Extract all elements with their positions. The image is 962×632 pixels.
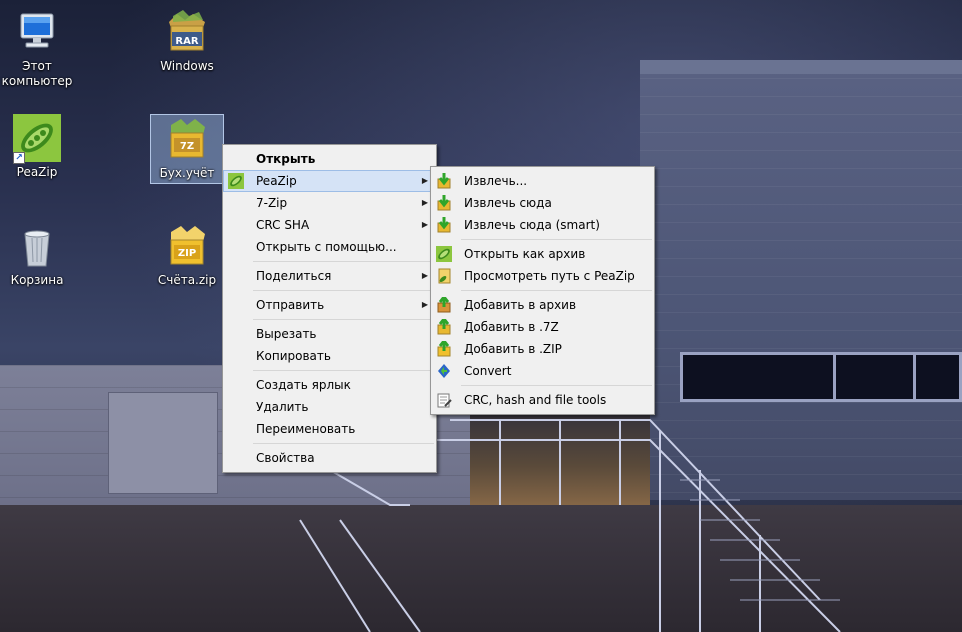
add-archive-icon [436, 316, 452, 335]
menu-item-peazip[interactable]: PeaZip ▶ [223, 170, 436, 192]
menu-item-create-shortcut[interactable]: Создать ярлык [223, 374, 436, 396]
menu-item-label: Отправить [256, 298, 325, 312]
desktop-icon-scheta-zip[interactable]: ZIP Счёта.zip [150, 222, 224, 288]
zip-archive-icon: ZIP [163, 222, 211, 270]
desktop-icon-label: Корзина [10, 273, 64, 287]
desktop-icon-label: PeaZip [16, 165, 58, 179]
submenu-item-add-to-zip[interactable]: Добавить в .ZIP [431, 338, 654, 360]
menu-item-label: Добавить в .ZIP [464, 342, 562, 356]
menu-item-rename[interactable]: Переименовать [223, 418, 436, 440]
recycle-bin-icon [13, 222, 61, 270]
desktop-icon-label: Бух.учёт [159, 166, 215, 180]
menu-item-7zip[interactable]: 7-Zip ▶ [223, 192, 436, 214]
menu-separator [461, 239, 652, 240]
submenu-item-extract-here[interactable]: Извлечь сюда [431, 192, 654, 214]
convert-icon [436, 363, 452, 379]
menu-item-label: Свойства [256, 451, 315, 465]
desktop-icon-peazip[interactable]: ↗ PeaZip [0, 114, 74, 180]
menu-item-send-to[interactable]: Отправить ▶ [223, 294, 436, 316]
context-menu: Открыть PeaZip ▶ 7-Zip ▶ CRC SHA ▶ Открыть… [222, 144, 437, 473]
menu-separator [461, 385, 652, 386]
submenu-arrow-icon: ▶ [421, 220, 428, 229]
computer-icon [13, 8, 61, 56]
menu-separator [253, 261, 434, 262]
menu-item-label: Добавить в .7Z [464, 320, 559, 334]
hash-tools-icon [436, 392, 452, 408]
desktop-icon-label: Windows [160, 59, 214, 73]
extract-icon [436, 217, 452, 233]
submenu-item-open-as-archive[interactable]: Открыть как архив [431, 243, 654, 265]
menu-item-label: Удалить [256, 400, 309, 414]
submenu-arrow-icon: ▶ [421, 271, 428, 280]
submenu-arrow-icon: ▶ [421, 176, 428, 185]
menu-item-label: Извлечь... [464, 174, 528, 188]
menu-separator [461, 290, 652, 291]
menu-item-label: 7-Zip [256, 196, 288, 210]
desktop-icon-label: Этот компьютер [1, 59, 73, 88]
submenu-item-extract-here-smart[interactable]: Извлечь сюда (smart) [431, 214, 654, 236]
menu-item-delete[interactable]: Удалить [223, 396, 436, 418]
add-archive-icon [436, 338, 452, 357]
menu-item-copy[interactable]: Копировать [223, 345, 436, 367]
submenu-item-crc-hash-tools[interactable]: CRC, hash and file tools [431, 389, 654, 411]
menu-item-label: CRC, hash and file tools [464, 393, 607, 407]
peazip-icon [436, 246, 452, 262]
submenu-item-browse-path[interactable]: Просмотреть путь с PeaZip [431, 265, 654, 287]
add-archive-icon [436, 294, 452, 313]
submenu-item-extract[interactable]: Извлечь... [431, 170, 654, 192]
menu-item-label: Извлечь сюда (smart) [464, 218, 600, 232]
archive-badge: RAR [175, 36, 199, 47]
menu-item-open[interactable]: Открыть [223, 148, 436, 170]
submenu-arrow-icon: ▶ [421, 300, 428, 309]
menu-item-crc-sha[interactable]: CRC SHA ▶ [223, 214, 436, 236]
menu-separator [253, 443, 434, 444]
menu-item-label: Convert [464, 364, 512, 378]
extract-icon [436, 173, 452, 189]
menu-item-label: Добавить в архив [464, 298, 577, 312]
desktop-icon-label: Счёта.zip [157, 273, 217, 287]
menu-item-cut[interactable]: Вырезать [223, 323, 436, 345]
7z-archive-icon: 7Z [163, 115, 211, 163]
menu-item-label: Открыть как архив [464, 247, 586, 261]
menu-item-label: Извлечь сюда [464, 196, 552, 210]
menu-item-label: CRC SHA [256, 218, 310, 232]
menu-item-label: Просмотреть путь с PeaZip [464, 269, 635, 283]
archive-badge: ZIP [177, 248, 197, 259]
shortcut-arrow-icon: ↗ [13, 152, 25, 164]
peazip-icon: ↗ [13, 114, 61, 164]
menu-separator [253, 319, 434, 320]
desktop-icon-windows-rar[interactable]: RAR Windows [150, 8, 224, 74]
menu-item-share[interactable]: Поделиться ▶ [223, 265, 436, 287]
menu-separator [253, 370, 434, 371]
browse-path-icon [436, 268, 452, 284]
submenu-item-add-to-7z[interactable]: Добавить в .7Z [431, 316, 654, 338]
peazip-icon [228, 173, 244, 189]
submenu-arrow-icon: ▶ [421, 198, 428, 207]
menu-item-label: Копировать [256, 349, 331, 363]
menu-item-label: Открыть с помощью... [256, 240, 397, 254]
desktop-icon-buh-uchet[interactable]: 7Z Бух.учёт [150, 114, 224, 184]
menu-item-label: Поделиться [256, 269, 332, 283]
menu-item-open-with[interactable]: Открыть с помощью... [223, 236, 436, 258]
menu-item-label: PeaZip [256, 174, 297, 188]
menu-item-label: Открыть [256, 152, 316, 166]
archive-badge: 7Z [179, 141, 195, 152]
menu-item-label: Переименовать [256, 422, 356, 436]
submenu-item-convert[interactable]: Convert [431, 360, 654, 382]
menu-separator [253, 290, 434, 291]
desktop-icon-this-pc[interactable]: Этот компьютер [0, 8, 74, 89]
extract-icon [436, 195, 452, 211]
rar-archive-icon: RAR [163, 8, 211, 56]
peazip-submenu: Извлечь... Извлечь сюда Извлечь сюда (sm… [430, 166, 655, 415]
menu-item-label: Создать ярлык [256, 378, 351, 392]
menu-item-properties[interactable]: Свойства [223, 447, 436, 469]
desktop-icon-recycle-bin[interactable]: Корзина [0, 222, 74, 288]
menu-item-label: Вырезать [256, 327, 317, 341]
submenu-item-add-to-archive[interactable]: Добавить в архив [431, 294, 654, 316]
